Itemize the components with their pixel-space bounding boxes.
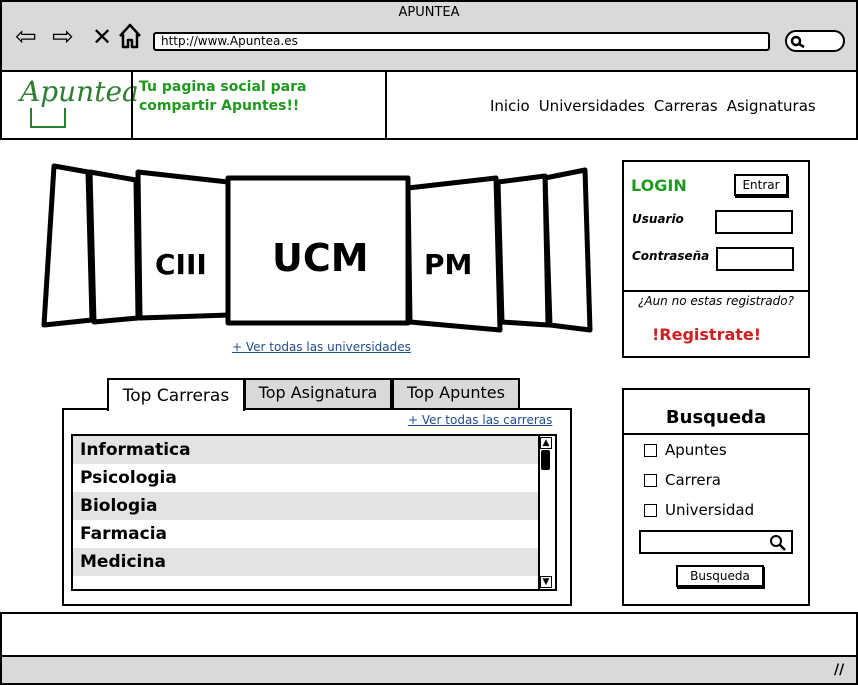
window-title: APUNTEA xyxy=(398,5,460,20)
search-option-universidad[interactable]: Universidad xyxy=(644,501,754,519)
scroll-down-icon[interactable]: ▼ xyxy=(540,576,552,588)
nav-link-inicio[interactable]: Inicio xyxy=(490,97,530,115)
password-label: Contraseña xyxy=(632,249,710,263)
url-bar[interactable]: http://www.Apuntea.es xyxy=(153,32,770,51)
back-icon[interactable]: ⇦ xyxy=(15,24,37,50)
nav-link-asignaturas[interactable]: Asignaturas xyxy=(727,97,816,115)
resize-grip-icon[interactable]: // xyxy=(834,662,844,678)
search-icon[interactable] xyxy=(769,534,787,551)
search-option-apuntes[interactable]: Apuntes xyxy=(644,441,727,459)
scroll-thumb[interactable] xyxy=(541,450,550,470)
carousel-card-left-2 xyxy=(87,169,141,325)
see-all-careers-link[interactable]: + Ver todas las carreras xyxy=(408,413,552,427)
home-icon[interactable] xyxy=(117,22,143,54)
carousel-card-left-1 xyxy=(135,169,233,321)
header-divider xyxy=(385,70,387,140)
see-all-universities-link[interactable]: + Ver todas las universidades xyxy=(232,340,411,354)
list-item[interactable]: Biologia xyxy=(73,492,539,520)
username-field[interactable] xyxy=(715,210,793,234)
checkbox-label: Apuntes xyxy=(665,441,727,459)
careers-list: Informatica Psicologia Biologia Farmacia… xyxy=(71,434,557,591)
search-option-carrera[interactable]: Carrera xyxy=(644,471,721,489)
search-divider xyxy=(622,433,810,435)
checkbox-label: Carrera xyxy=(665,471,721,489)
checkbox-label: Universidad xyxy=(665,501,755,519)
list-item[interactable]: Medicina xyxy=(73,548,539,576)
checkbox[interactable] xyxy=(644,503,657,517)
book-icon xyxy=(30,108,66,128)
tab-top-carreras[interactable]: Top Carreras xyxy=(107,378,245,411)
tagline: Tu pagina social para compartir Apuntes!… xyxy=(139,79,307,114)
close-icon[interactable]: ✕ xyxy=(92,24,112,50)
login-title: LOGIN xyxy=(631,176,687,195)
password-field[interactable] xyxy=(716,247,794,271)
not-registered-text: ¿Aun no estas registrado? xyxy=(638,294,794,308)
carousel-card-back-right xyxy=(542,167,593,333)
carousel-label-ciii[interactable]: CIII xyxy=(155,248,207,281)
search-title: Busqueda xyxy=(665,407,767,428)
carousel-card-right-2 xyxy=(495,173,551,328)
logo[interactable]: Apuntea xyxy=(20,75,139,108)
username-label: Usuario xyxy=(632,212,684,226)
register-link[interactable]: !Registrate! xyxy=(652,325,761,344)
forward-icon[interactable]: ⇨ xyxy=(52,24,74,50)
page-footer xyxy=(0,612,858,657)
carousel-label-ucm[interactable]: UCM xyxy=(272,236,369,280)
login-divider xyxy=(622,290,810,292)
nav-link-carreras[interactable]: Carreras xyxy=(654,97,718,115)
list-item[interactable]: Informatica xyxy=(73,436,539,464)
magnifier-icon xyxy=(790,35,805,49)
checkbox[interactable] xyxy=(644,473,657,487)
nav-link-universidades[interactable]: Universidades xyxy=(539,97,645,115)
list-item[interactable]: Psicologia xyxy=(73,464,539,492)
login-submit-button[interactable]: Entrar xyxy=(734,174,788,196)
carousel-card-back-left xyxy=(41,163,95,328)
carousel-label-pm[interactable]: PM xyxy=(424,248,472,281)
list-item[interactable]: Farmacia xyxy=(73,520,539,548)
search-button[interactable]: Busqueda xyxy=(676,565,764,587)
scroll-up-icon[interactable]: ▲ xyxy=(540,437,552,449)
tab-top-asignatura[interactable]: Top Asignatura xyxy=(244,378,392,408)
tab-top-apuntes[interactable]: Top Apuntes xyxy=(392,378,520,408)
top-nav: Inicio Universidades Carreras Asignatura… xyxy=(490,97,816,115)
status-bar xyxy=(0,657,858,685)
browser-search-field[interactable] xyxy=(785,30,845,52)
checkbox[interactable] xyxy=(644,443,657,457)
header-divider xyxy=(131,70,133,140)
